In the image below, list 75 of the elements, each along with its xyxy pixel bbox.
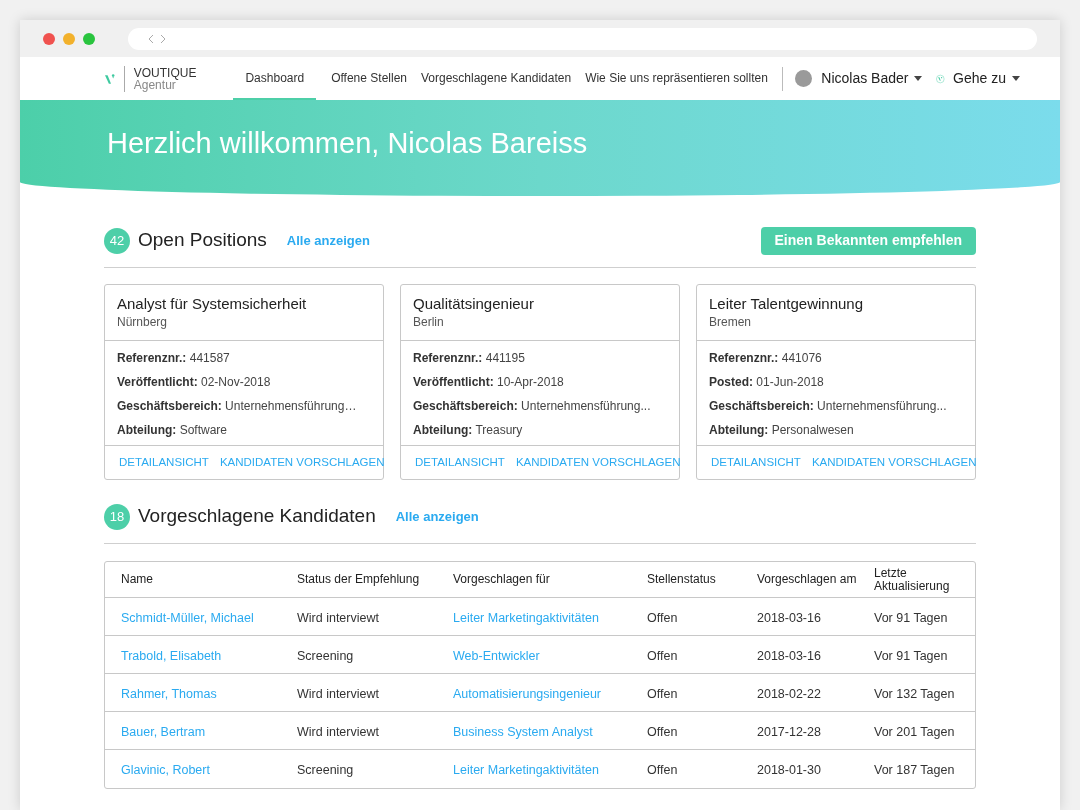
table-cell: Wird interviewt [297,686,379,701]
position-detail: Geschäftsbereich: Unternehmensführung... [709,398,948,415]
column-header: Stellenstatus [647,573,717,586]
position-link[interactable]: Leiter Marketingaktivitäten [453,610,599,625]
position-detail: Abteilung: Personalwesen [709,422,855,439]
count-badge: 42 [104,227,130,254]
position-link[interactable]: Business System Analyst [453,724,593,739]
table-cell: 2018-03-16 [757,610,821,625]
position-link[interactable]: Leiter Marketingaktivitäten [453,763,599,777]
position-detail: Referenznr.: 441076 [709,350,823,367]
position-city: Nürnberg [117,314,169,331]
table-cell: 2017-12-28 [757,724,821,739]
section-title: Open Positions [138,228,267,253]
column-header: Name [121,573,154,586]
table-cell: Screening [297,763,354,777]
position-title: Qualitätsingenieur [413,295,535,313]
candidate-link[interactable]: Rahmer, Thomas [121,686,217,701]
table-cell: Offen [647,686,678,701]
table-cell: Offen [647,610,678,625]
table-cell: Screening [297,648,354,663]
table-cell: Vor 91 Tagen [874,648,948,663]
table-cell: Offen [647,763,678,777]
position-detail: Veröffentlicht: 02-Nov-2018 [117,374,272,391]
column-header: Vorgeschlagen für [453,573,551,586]
card-action-link[interactable]: KANDIDATEN VORSCHLAGEN [811,453,977,472]
table-cell: Vor 91 Tagen [874,610,948,625]
position-title: Leiter Talentgewinnung [709,295,864,313]
table-cell: Offen [647,648,678,663]
card-action-link[interactable]: KANDIDATEN VORSCHLAGEN [219,453,385,472]
table-cell: Wird interviewt [297,724,379,739]
candidate-link[interactable]: Glavinic, Robert [121,763,210,777]
table-cell: 2018-01-30 [757,763,821,777]
column-header: Letzte Aktualisierung [874,566,951,593]
position-detail: Posted: 01-Jun-2018 [709,374,825,391]
position-detail: Referenznr.: 441587 [117,350,231,367]
position-detail: Veröffentlicht: 10-Apr-2018 [413,374,565,391]
section-title: Vorgeschlagene Kandidaten [138,504,376,529]
welcome-title: Herzlich willkommen, Nicolas Bareiss [107,126,588,162]
position-detail: Geschäftsbereich: Unternehmensführung... [413,398,652,415]
position-detail: Abteilung: Treasury [413,422,524,439]
position-link[interactable]: Web-Entwickler [453,648,540,663]
position-detail: Geschäftsbereich: Unternehmensführung… [117,398,358,415]
count-badge: 18 [104,503,130,530]
card-action-link[interactable]: DETAILANSICHT [119,453,209,472]
candidate-link[interactable]: Schmidt-Müller, Michael [121,610,254,625]
position-title: Analyst für Systemsicherheit [117,295,308,313]
card-action-link[interactable]: DETAILANSICHT [711,453,801,472]
table-cell: Wird interviewt [297,610,379,625]
table-cell: Vor 132 Tagen [874,686,955,701]
candidate-link[interactable]: Bauer, Bertram [121,724,206,739]
column-header: Vorgeschlagen am [757,573,858,586]
card-action-link[interactable]: DETAILANSICHT [415,453,505,472]
table-cell: Vor 201 Tagen [874,724,955,739]
candidate-link[interactable]: Trabold, Elisabeth [121,648,222,663]
position-city: Berlin [413,314,445,331]
nav-tab[interactable]: Vorgeschlagene Kandidaten [414,57,579,100]
brand-name: VOUTIQUE [133,66,197,79]
nav-tab[interactable]: Wie Sie uns repräsentieren sollten [578,57,775,100]
card-action-link[interactable]: KANDIDATEN VORSCHLAGEN [515,453,681,472]
goto-menu[interactable]: Gehe zu [953,68,1020,89]
table-cell: 2018-03-16 [757,648,821,663]
position-detail: Abteilung: Software [117,422,229,439]
position-link[interactable]: Automatisierungsingenieur [453,686,601,701]
recommend-button[interactable]: Einen Bekannten empfehlen [760,226,976,255]
table-cell: Offen [647,724,678,739]
nav-tab[interactable]: Offene Stellen [324,57,414,100]
user-menu[interactable]: Nicolas Bader [821,68,923,89]
table-cell: 2018-02-22 [757,686,821,701]
show-all-link[interactable]: Alle anzeigen [286,230,370,251]
table-cell: Vor 187 Tagen [874,763,955,777]
column-header: Status der Empfehlung [297,573,421,586]
position-city: Bremen [709,314,753,331]
position-detail: Referenznr.: 441195 [413,350,526,367]
show-all-link[interactable]: Alle anzeigen [395,506,479,527]
brand-subtitle: Agentur [133,78,177,91]
